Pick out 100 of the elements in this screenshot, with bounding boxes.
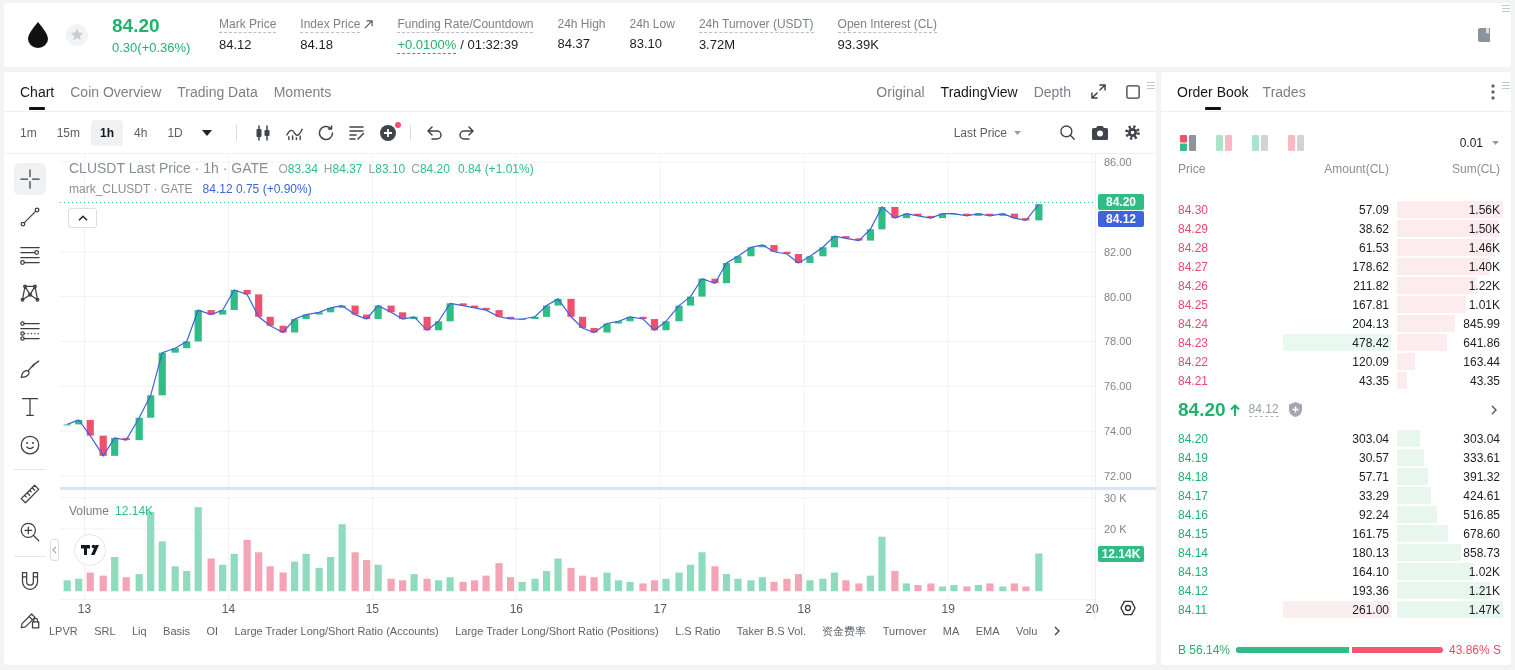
axis-label: 16 — [509, 602, 523, 616]
order-amount: 193.36 — [1352, 583, 1389, 598]
ohlc-value: 83.10 — [375, 162, 406, 176]
order-sum: 1.02K — [1468, 564, 1500, 579]
order-sum: 163.44 — [1463, 354, 1500, 369]
order-price: 84.29 — [1178, 221, 1210, 236]
sell-ratio: 43.86% S — [1448, 643, 1501, 657]
ohlc-value: 84.20 — [419, 162, 450, 176]
stat-value: 84.12 — [219, 36, 252, 53]
price-change: 0.30(+0.36%) — [112, 39, 192, 56]
order-sum: 1.40K — [1468, 259, 1500, 274]
stat-value: 3.72M — [698, 36, 736, 53]
order-sum: 391.32 — [1463, 469, 1500, 484]
order-sum: 516.85 — [1463, 507, 1500, 522]
last-price: 84.20 — [112, 14, 161, 37]
order-sum: 1.47K — [1468, 602, 1500, 617]
order-price: 84.27 — [1178, 259, 1210, 274]
order-amount: 61.53 — [1358, 240, 1389, 255]
axis-label: 13 — [77, 602, 92, 616]
order-amount: 161.75 — [1352, 526, 1389, 541]
stat-label: Funding Rate/Countdown — [397, 16, 534, 33]
order-amount: 57.71 — [1358, 469, 1389, 484]
order-price: 84.12 — [1178, 583, 1210, 598]
order-sum: 641.86 — [1463, 335, 1500, 350]
ohlc-label: H — [323, 162, 333, 176]
ohlc-value: 84.37 — [332, 162, 363, 176]
order-amount: 204.13 — [1352, 316, 1389, 331]
column-header: Price — [1178, 162, 1207, 176]
order-sum: 424.61 — [1463, 488, 1500, 503]
legend-change: 0.84 (+1.01%) — [457, 162, 534, 176]
axis-label: 86.00 — [1104, 156, 1132, 169]
order-price: 84.13 — [1178, 564, 1210, 579]
order-price: 84.21 — [1178, 373, 1210, 388]
stat-value: 84.18 — [300, 36, 333, 53]
order-sum: 1.22K — [1468, 278, 1500, 293]
order-amount: 261.00 — [1352, 602, 1389, 617]
axis-label: 17 — [653, 602, 667, 616]
order-amount: 38.62 — [1358, 221, 1389, 236]
axis-label: 74.00 — [1104, 425, 1132, 438]
ohlc-label: O — [278, 162, 288, 176]
last-price-tag: 84.20 — [1098, 194, 1144, 210]
stat-label: 24h Turnover (USDT) — [698, 16, 814, 33]
axis-label: 76.00 — [1104, 380, 1132, 393]
order-amount: 180.13 — [1352, 545, 1389, 560]
order-sum: 303.04 — [1463, 431, 1500, 446]
axis-label: 78.00 — [1104, 335, 1132, 348]
axis-label: 72.00 — [1104, 470, 1132, 482]
legend-symbol: CLUSDT Last Price · 1h · GATE — [69, 160, 269, 176]
order-price: 84.22 — [1178, 354, 1210, 369]
ohlc-value: 83.34 — [287, 162, 318, 176]
order-amount: 211.82 — [1353, 278, 1389, 293]
stat-label: 24h Low — [629, 16, 675, 32]
axis-label: 18 — [797, 602, 811, 616]
legend-symbol: mark_CLUSDT · GATE — [69, 182, 193, 196]
order-sum: 43.35 — [1469, 373, 1500, 388]
stat-value: 83.10 — [629, 35, 663, 52]
funding-countdown: / 01:32:39 — [460, 37, 519, 53]
buy-ratio: B 56.14% — [1178, 643, 1231, 657]
legend-label: Volume — [69, 504, 110, 518]
order-sum: 845.99 — [1463, 316, 1500, 331]
axis-label: 80.00 — [1104, 290, 1132, 303]
order-sum: 858.73 — [1463, 545, 1500, 560]
order-amount: 120.09 — [1352, 354, 1389, 369]
mark-price: 84.12 — [1248, 402, 1279, 417]
order-amount: 478.42 — [1352, 335, 1389, 350]
order-price: 84.15 — [1178, 526, 1210, 541]
stat-label: 24h High — [557, 16, 606, 32]
stat-value: +0.0100% — [397, 36, 457, 54]
order-sum: 1.56K — [1468, 202, 1500, 217]
volume-tag: 12.14K — [1098, 546, 1144, 562]
ohlc-label: L — [368, 162, 376, 176]
order-sum: 678.60 — [1463, 526, 1500, 541]
order-price: 84.20 — [1178, 431, 1210, 446]
order-amount: 30.57 — [1358, 450, 1389, 465]
order-amount: 167.81 — [1352, 297, 1389, 312]
order-price: 84.23 — [1178, 335, 1210, 350]
axis-label: 19 — [941, 602, 955, 616]
stat-label: Mark Price — [219, 16, 277, 33]
stat-value: 84.37 — [557, 35, 590, 52]
mark-price-tag: 84.12 — [1098, 211, 1144, 227]
ohlc-label: C — [411, 162, 420, 176]
order-sum: 1.50K — [1468, 221, 1500, 236]
order-price: 84.19 — [1178, 450, 1210, 465]
legend-values: 84.12 0.75 (+0.90%) — [202, 182, 312, 196]
order-sum: 1.46K — [1468, 240, 1500, 255]
order-amount: 43.35 — [1358, 373, 1389, 388]
stat-label: Index Price — [300, 16, 361, 33]
order-price: 84.11 — [1178, 602, 1209, 617]
order-amount: 92.24 — [1358, 507, 1389, 522]
last-trade-price: 84.20 — [1178, 398, 1226, 421]
order-amount: 57.09 — [1358, 202, 1389, 217]
order-price: 84.14 — [1178, 545, 1210, 560]
order-sum: 333.61 — [1463, 450, 1500, 465]
axis-label: 20 K — [1104, 522, 1127, 535]
axis-label: 14 — [221, 602, 236, 616]
legend-value: 12.14K — [115, 504, 154, 518]
order-price: 84.24 — [1178, 316, 1210, 331]
column-header: Sum(CL) — [1451, 162, 1501, 176]
order-sum: 1.21K — [1468, 583, 1500, 598]
axis-label: 15 — [365, 602, 380, 616]
